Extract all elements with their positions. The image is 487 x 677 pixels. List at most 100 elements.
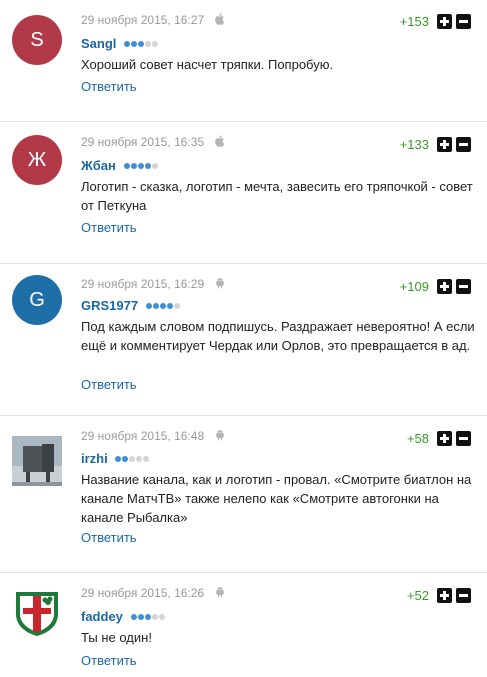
vote-widget: +58 — [407, 431, 471, 446]
comment-score: +58 — [406, 431, 429, 446]
comment-author[interactable]: irzhi — [81, 451, 108, 466]
comment-score: +109 — [399, 279, 429, 294]
downvote-button[interactable] — [456, 279, 471, 294]
rating-dot — [137, 163, 144, 169]
downvote-button[interactable] — [456, 137, 471, 152]
vote-widget: +153 — [400, 14, 471, 29]
comment-item: Ж 29 ноября 2015, 16:35 +133 Жбан Логоти… — [0, 122, 487, 264]
comment-date: 29 ноября 2015, 16:29 — [81, 277, 205, 291]
rating-dot — [144, 163, 151, 169]
avatar[interactable] — [12, 436, 62, 486]
minus-icon — [459, 20, 468, 23]
upvote-button[interactable] — [437, 137, 452, 152]
comment-text: Хороший совет насчет тряпки. Попробую. — [81, 57, 334, 72]
android-icon — [215, 586, 225, 601]
comment-meta: 29 ноября 2015, 16:26 — [81, 586, 225, 601]
comment-text: Логотип - сказка, логотип - мечта, завес… — [81, 179, 473, 213]
comment-author[interactable]: Sangl — [81, 36, 116, 51]
rating-dot — [130, 614, 137, 620]
rating-dot — [131, 41, 138, 47]
comment-list: S 29 ноября 2015, 16:27 +153 Sangl Хорош… — [0, 0, 487, 677]
rating-dots — [115, 450, 150, 465]
reply-link[interactable]: Ответить — [81, 377, 137, 392]
comment-author[interactable]: faddey — [81, 609, 123, 624]
rating-dots — [124, 35, 159, 50]
club-crest-icon — [16, 592, 58, 636]
minus-icon — [459, 143, 468, 146]
apple-icon — [215, 13, 225, 28]
plus-icon-stem — [443, 17, 446, 26]
rating-dot — [123, 163, 130, 169]
monument-photo-icon — [12, 436, 62, 486]
apple-icon — [215, 135, 225, 150]
rating-dot — [151, 614, 158, 620]
avatar[interactable]: Ж — [12, 135, 62, 185]
comment-date: 29 ноября 2015, 16:26 — [81, 586, 205, 600]
reply-link[interactable]: Ответить — [81, 530, 137, 545]
rating-dot — [166, 303, 173, 309]
comment-date: 29 ноября 2015, 16:27 — [81, 13, 205, 27]
upvote-button[interactable] — [437, 588, 452, 603]
reply-link[interactable]: Ответить — [81, 79, 137, 94]
rating-dot — [145, 303, 152, 309]
author-row: Sangl — [81, 35, 159, 51]
minus-icon — [459, 285, 468, 288]
vote-widget: +109 — [400, 279, 471, 294]
comment-meta: 29 ноября 2015, 16:27 — [81, 13, 225, 28]
avatar-initial: S — [30, 29, 44, 51]
comment-text: Ты не один! — [81, 630, 152, 645]
reply-link[interactable]: Ответить — [81, 220, 137, 235]
plus-icon-stem — [443, 140, 446, 149]
rating-dot — [159, 303, 166, 309]
comment-author[interactable]: Жбан — [81, 158, 116, 173]
upvote-button[interactable] — [437, 431, 452, 446]
rating-dots — [123, 157, 159, 172]
rating-dot — [137, 614, 144, 620]
author-row: GRS1977 — [81, 297, 181, 313]
reply-link[interactable]: Ответить — [81, 653, 137, 668]
rating-dot — [124, 41, 131, 47]
rating-dot — [130, 163, 137, 169]
rating-dot — [122, 456, 129, 462]
rating-dot — [152, 303, 159, 309]
comment-item: S 29 ноября 2015, 16:27 +153 Sangl Хорош… — [0, 0, 487, 122]
comment-meta: 29 ноября 2015, 16:29 — [81, 277, 225, 292]
rating-dot — [173, 303, 180, 309]
rating-dot — [136, 456, 143, 462]
comment-author[interactable]: GRS1977 — [81, 298, 138, 313]
rating-dot — [115, 456, 122, 462]
author-row: faddey — [81, 608, 166, 624]
author-row: irzhi — [81, 450, 150, 466]
minus-icon — [459, 437, 468, 440]
comment-meta: 29 ноября 2015, 16:48 — [81, 429, 225, 444]
rating-dots — [130, 608, 166, 623]
rating-dots — [145, 297, 181, 312]
comment-item: 29 ноября 2015, 16:48 +58 irzhi Название… — [0, 416, 487, 573]
comment-item: G 29 ноября 2015, 16:29 +109 GRS1977 Под… — [0, 264, 487, 416]
downvote-button[interactable] — [456, 431, 471, 446]
plus-icon-stem — [443, 282, 446, 291]
rating-dot — [143, 456, 150, 462]
downvote-button[interactable] — [456, 14, 471, 29]
android-icon — [215, 429, 225, 444]
comment-score: +133 — [399, 137, 429, 152]
rating-dot — [158, 614, 165, 620]
avatar[interactable]: G — [12, 275, 62, 325]
upvote-button[interactable] — [437, 14, 452, 29]
plus-icon-stem — [443, 434, 446, 443]
plus-icon-stem — [443, 591, 446, 600]
comment-meta: 29 ноября 2015, 16:35 — [81, 135, 225, 150]
comment-text: Под каждым словом подпишусь. Раздражает … — [81, 319, 475, 353]
avatar[interactable]: S — [12, 15, 62, 65]
author-row: Жбан — [81, 157, 159, 173]
comment-item: 29 ноября 2015, 16:26 +52 faddey Ты не о… — [0, 573, 487, 677]
rating-dot — [144, 614, 151, 620]
avatar[interactable] — [12, 588, 62, 638]
comment-score: +52 — [406, 588, 429, 603]
upvote-button[interactable] — [437, 279, 452, 294]
rating-dot — [152, 41, 159, 47]
rating-dot — [129, 456, 136, 462]
downvote-button[interactable] — [456, 588, 471, 603]
avatar-initial: Ж — [27, 149, 47, 171]
comment-score: +153 — [399, 14, 429, 29]
